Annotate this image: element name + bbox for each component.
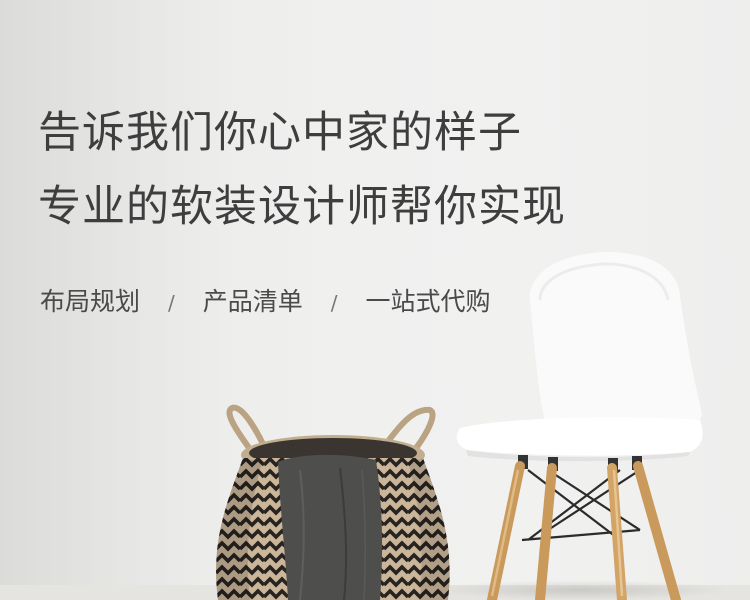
service-separator: / xyxy=(168,291,175,315)
grey-throw xyxy=(278,454,383,600)
service-item-one-stop-purchase: 一站式代购 xyxy=(365,287,491,316)
service-item-product-list: 产品清单 xyxy=(202,287,303,316)
white-chair xyxy=(456,252,703,600)
headline-line-1: 告诉我们你心中家的样子 xyxy=(38,108,522,158)
service-separator: / xyxy=(330,291,338,315)
chair-shadow xyxy=(430,580,730,600)
service-list: 布局规划 / 产品清单 / 一站式代购 xyxy=(40,289,491,314)
hero-banner: 告诉我们你心中家的样子 专业的软装设计师帮你实现 布局规划 / 产品清单 / 一站式代购 xyxy=(0,0,750,600)
service-item-layout: 布局规划 xyxy=(40,287,141,316)
headline-line-2: 专业的软装设计师帮你实现 xyxy=(38,182,566,232)
